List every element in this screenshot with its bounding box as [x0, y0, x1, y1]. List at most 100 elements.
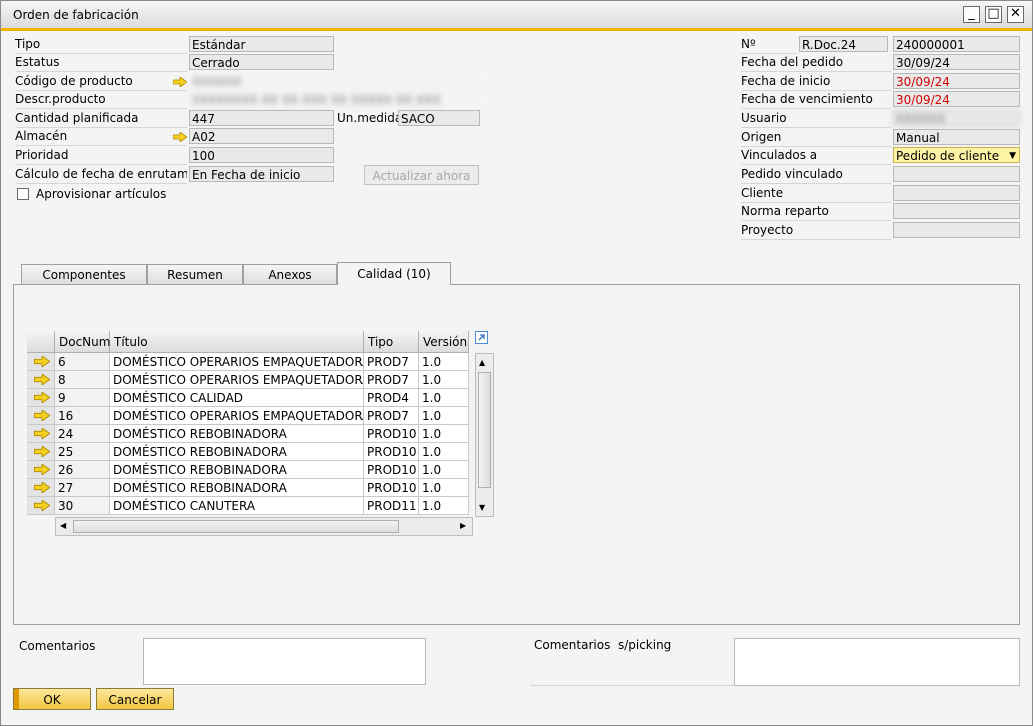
col-docnum-header[interactable]: DocNum: [55, 331, 110, 353]
scroll-left-icon[interactable]: ◀: [60, 521, 66, 530]
table-row[interactable]: 16 DOMÉSTICO OPERARIOS EMPAQUETADORA PROD7…: [27, 407, 469, 425]
ok-button[interactable]: OK: [13, 688, 91, 710]
version-cell[interactable]: 1.0: [419, 353, 469, 371]
row-arrow-cell[interactable]: [27, 443, 55, 461]
unmedida-field[interactable]: SACO: [398, 110, 480, 126]
table-row[interactable]: 9 DOMÉSTICO CALIDAD PROD4 1.0: [27, 389, 469, 407]
estatus-field[interactable]: Cerrado: [189, 54, 334, 70]
docnum-cell[interactable]: 24: [55, 425, 110, 443]
link-arrow-icon[interactable]: [173, 77, 187, 87]
prioridad-field[interactable]: 100: [189, 147, 334, 163]
tipo-field[interactable]: Estándar: [189, 36, 334, 52]
row-arrow-cell[interactable]: [27, 353, 55, 371]
tab-anexos[interactable]: Anexos: [243, 264, 337, 284]
almacen-field[interactable]: A02: [189, 128, 334, 144]
titulo-cell[interactable]: DOMÉSTICO OPERARIOS EMPAQUETADORA: [110, 407, 364, 425]
table-row[interactable]: 8 DOMÉSTICO OPERARIOS EMPAQUETADORA PROD7 1…: [27, 371, 469, 389]
scroll-thumb-vertical[interactable]: [478, 372, 491, 488]
docnum-cell[interactable]: 6: [55, 353, 110, 371]
docnum-cell[interactable]: 30: [55, 497, 110, 515]
version-cell[interactable]: 1.0: [419, 461, 469, 479]
version-cell[interactable]: 1.0: [419, 407, 469, 425]
scroll-up-icon[interactable]: ▲: [479, 358, 485, 367]
descr-field[interactable]: XXXXXXXX XX XX XXX XX XXXXX XX XXX: [189, 91, 487, 107]
table-row[interactable]: 30 DOMÉSTICO CANUTERA PROD11 1.0: [27, 497, 469, 515]
vinculados-select[interactable]: Pedido de cliente ▼: [893, 147, 1020, 163]
proyecto-field[interactable]: [893, 222, 1020, 238]
docnum-cell[interactable]: 26: [55, 461, 110, 479]
link-arrow-icon[interactable]: [33, 409, 51, 422]
close-button[interactable]: ✕: [1007, 6, 1024, 23]
tipo-cell[interactable]: PROD10: [364, 443, 419, 461]
col-tipo-header[interactable]: Tipo: [364, 331, 419, 353]
fecha-pedido-field[interactable]: 30/09/24: [893, 54, 1020, 70]
row-arrow-cell[interactable]: [27, 371, 55, 389]
tipo-cell[interactable]: PROD7: [364, 407, 419, 425]
fecha-venc-field[interactable]: 30/09/24: [893, 91, 1020, 107]
pedido-vinculado-field[interactable]: [893, 166, 1020, 182]
scroll-down-icon[interactable]: ▼: [479, 503, 485, 512]
table-row[interactable]: 24 DOMÉSTICO REBOBINADORA PROD10 1.0: [27, 425, 469, 443]
titulo-cell[interactable]: DOMÉSTICO OPERARIOS EMPAQUETADORA: [110, 371, 364, 389]
link-arrow-icon[interactable]: [33, 355, 51, 368]
docnum-cell[interactable]: 27: [55, 479, 110, 497]
aprovisionar-checkbox[interactable]: [17, 188, 29, 200]
norma-field[interactable]: [893, 203, 1020, 219]
docnum-cell[interactable]: 8: [55, 371, 110, 389]
col-version-header[interactable]: Versión: [419, 331, 469, 353]
version-cell[interactable]: 1.0: [419, 425, 469, 443]
table-row[interactable]: 25 DOMÉSTICO REBOBINADORA PROD10 1.0: [27, 443, 469, 461]
link-arrow-icon[interactable]: [33, 463, 51, 476]
col-titulo-header[interactable]: Título: [110, 331, 364, 353]
link-arrow-icon[interactable]: [33, 373, 51, 386]
titulo-cell[interactable]: DOMÉSTICO CALIDAD: [110, 389, 364, 407]
chevron-down-icon[interactable]: ▼: [1009, 148, 1016, 162]
tipo-cell[interactable]: PROD11: [364, 497, 419, 515]
table-row[interactable]: 6 DOMÉSTICO OPERARIOS EMPAQUETADORA PROD7 1…: [27, 353, 469, 371]
calculo-field[interactable]: En Fecha de inicio: [189, 166, 334, 182]
row-arrow-cell[interactable]: [27, 461, 55, 479]
expand-grid-icon[interactable]: [475, 331, 488, 344]
link-arrow-icon[interactable]: [33, 391, 51, 404]
tipo-cell[interactable]: PROD4: [364, 389, 419, 407]
origen-field[interactable]: Manual: [893, 129, 1020, 145]
docnum-cell[interactable]: 9: [55, 389, 110, 407]
tipo-cell[interactable]: PROD10: [364, 461, 419, 479]
comentarios-field[interactable]: [143, 638, 426, 685]
comentarios-picking-field[interactable]: [734, 638, 1020, 686]
link-arrow-icon[interactable]: [33, 427, 51, 440]
vertical-scrollbar[interactable]: ▲ ▼: [475, 353, 494, 517]
titulo-cell[interactable]: DOMÉSTICO OPERARIOS EMPAQUETADORA: [110, 353, 364, 371]
codigo-field[interactable]: XXXXXX: [189, 73, 487, 89]
titulo-cell[interactable]: DOMÉSTICO CANUTERA: [110, 497, 364, 515]
horizontal-scrollbar[interactable]: ◀ ▶: [55, 517, 473, 536]
row-arrow-cell[interactable]: [27, 497, 55, 515]
titulo-cell[interactable]: DOMÉSTICO REBOBINADORA: [110, 443, 364, 461]
version-cell[interactable]: 1.0: [419, 443, 469, 461]
titulo-cell[interactable]: DOMÉSTICO REBOBINADORA: [110, 425, 364, 443]
table-row[interactable]: 27 DOMÉSTICO REBOBINADORA PROD10 1.0: [27, 479, 469, 497]
cliente-field[interactable]: [893, 185, 1020, 201]
link-arrow-icon[interactable]: [33, 445, 51, 458]
docnum-cell[interactable]: 16: [55, 407, 110, 425]
docnum-field[interactable]: 240000001: [893, 36, 1020, 52]
link-arrow-icon[interactable]: [173, 132, 187, 142]
usuario-field[interactable]: XXXXXX: [893, 110, 1020, 126]
tab-componentes[interactable]: Componentes: [21, 264, 147, 284]
scroll-thumb-horizontal[interactable]: [73, 520, 399, 533]
row-arrow-cell[interactable]: [27, 425, 55, 443]
titulo-cell[interactable]: DOMÉSTICO REBOBINADORA: [110, 461, 364, 479]
link-arrow-icon[interactable]: [33, 481, 51, 494]
fecha-inicio-field[interactable]: 30/09/24: [893, 73, 1020, 89]
tipo-cell[interactable]: PROD10: [364, 425, 419, 443]
titulo-cell[interactable]: DOMÉSTICO REBOBINADORA: [110, 479, 364, 497]
row-arrow-cell[interactable]: [27, 389, 55, 407]
version-cell[interactable]: 1.0: [419, 371, 469, 389]
docnum-cell[interactable]: 25: [55, 443, 110, 461]
tipo-cell[interactable]: PROD7: [364, 353, 419, 371]
tab-resumen[interactable]: Resumen: [147, 264, 243, 284]
table-row[interactable]: 26 DOMÉSTICO REBOBINADORA PROD10 1.0: [27, 461, 469, 479]
row-arrow-cell[interactable]: [27, 407, 55, 425]
row-arrow-cell[interactable]: [27, 479, 55, 497]
minimize-button[interactable]: _: [963, 6, 980, 23]
